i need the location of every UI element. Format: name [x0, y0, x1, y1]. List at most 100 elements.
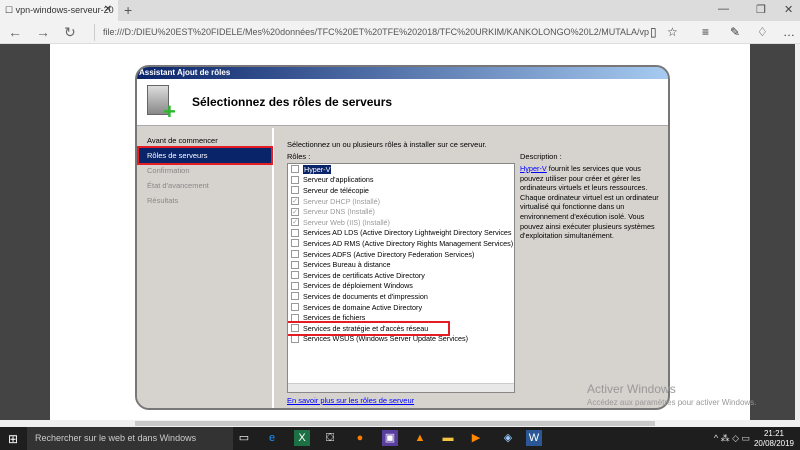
role-label: Services de fichiers: [303, 313, 366, 323]
taskbar: ⊞ Rechercher sur le web et dans Windows …: [0, 427, 800, 450]
minimize-button[interactable]: —: [718, 3, 729, 15]
more-icon[interactable]: …: [783, 25, 795, 39]
role-item[interactable]: Services de certificats Active Directory: [288, 270, 514, 281]
role-label: Serveur de télécopie: [303, 185, 369, 195]
checkbox[interactable]: [291, 324, 299, 333]
role-label: Services de certificats Active Directory: [303, 270, 425, 280]
edge-icon[interactable]: e: [264, 430, 280, 446]
checkbox[interactable]: [291, 271, 299, 280]
role-item[interactable]: Services ADFS (Active Directory Federati…: [288, 249, 514, 260]
browser-tab[interactable]: ☐ vpn-windows-serveur-20 ✕: [0, 0, 118, 21]
checkbox[interactable]: [291, 313, 299, 322]
role-item: ✓ Serveur DNS (Installé): [288, 206, 514, 217]
wizard-steps: Avant de commencer Rôles de serveurs Con…: [137, 128, 274, 408]
file-explorer-icon[interactable]: ▬: [440, 430, 456, 446]
checkbox[interactable]: [291, 175, 299, 184]
wizard-header: + Sélectionnez des rôles de serveurs: [137, 79, 668, 126]
page-margin-right: [750, 44, 795, 420]
web-note-icon[interactable]: ✎: [730, 25, 740, 39]
checkbox[interactable]: [291, 260, 299, 269]
role-label: Services de documents et d'impression: [303, 291, 428, 301]
app-icon[interactable]: ▣: [382, 430, 398, 446]
role-item[interactable]: Serveur d'applications: [288, 175, 514, 186]
role-label: Services Bureau à distance: [303, 260, 391, 270]
plus-icon: +: [163, 99, 176, 124]
learn-more-link[interactable]: En savoir plus sur les rôles de serveur: [287, 396, 414, 405]
store-icon[interactable]: ⛋: [322, 430, 338, 446]
clock[interactable]: 21:21 20/08/2019: [754, 429, 794, 449]
role-item[interactable]: Services WSUS (Windows Server Update Ser…: [288, 334, 514, 345]
dialog-title: Assistant Ajout de rôles: [137, 67, 668, 79]
role-item-network-policy[interactable]: Services de stratégie et d'accès réseau: [288, 320, 450, 336]
checkbox[interactable]: [291, 239, 299, 248]
role-label: Services de domaine Active Directory: [303, 302, 423, 312]
tab-title: vpn-windows-serveur-20: [15, 5, 114, 15]
firefox-icon[interactable]: ●: [352, 430, 368, 446]
step-server-roles[interactable]: Rôles de serveurs: [137, 146, 273, 165]
role-item[interactable]: Services Bureau à distance: [288, 259, 514, 270]
hub-icon[interactable]: ≡: [702, 25, 709, 39]
page-title: Sélectionnez des rôles de serveurs: [192, 95, 393, 109]
horizontal-scrollbar[interactable]: [0, 420, 800, 427]
wizard-main: Sélectionnez un ou plusieurs rôles à ins…: [277, 128, 668, 408]
checkbox-checked: ✓: [291, 218, 299, 227]
tab-bar: ☐ vpn-windows-serveur-20 ✕ + — ❐ ✕: [0, 0, 800, 21]
checkbox[interactable]: [291, 303, 299, 312]
role-item[interactable]: Services de domaine Active Directory: [288, 302, 514, 313]
reading-view-icon[interactable]: ▯: [650, 25, 657, 39]
role-item[interactable]: Services AD RMS (Active Directory Rights…: [288, 238, 514, 249]
checkbox[interactable]: [291, 334, 299, 343]
vlc-icon[interactable]: ▲: [412, 430, 428, 446]
excel-icon[interactable]: X: [294, 430, 310, 446]
checkbox[interactable]: [291, 292, 299, 301]
role-label: Serveur DNS (Installé): [303, 207, 375, 217]
checkbox[interactable]: [291, 186, 299, 195]
role-label: Services WSUS (Windows Server Update Ser…: [303, 334, 468, 344]
refresh-icon[interactable]: ↻: [64, 24, 76, 41]
media-player-icon[interactable]: ▶: [468, 430, 484, 446]
share-icon[interactable]: ♢: [757, 25, 768, 39]
step-results: Résultats: [147, 196, 179, 205]
restore-button[interactable]: ❐: [756, 3, 766, 16]
role-item[interactable]: Services de fichiers: [288, 312, 514, 323]
system-tray[interactable]: ^ ⁂ ◇ ▭: [714, 433, 750, 444]
task-view-icon[interactable]: ▭: [236, 430, 252, 446]
checkbox-checked: ✓: [291, 207, 299, 216]
role-item[interactable]: Services de déploiement Windows: [288, 281, 514, 292]
roles-label: Rôles :: [287, 152, 311, 161]
checkbox[interactable]: [291, 165, 299, 174]
scroll-thumb[interactable]: [135, 421, 655, 426]
step-confirmation: Confirmation: [147, 166, 190, 175]
close-tab-icon[interactable]: ✕: [104, 4, 112, 15]
role-item[interactable]: Services AD LDS (Active Directory Lightw…: [288, 228, 514, 239]
virtualbox-icon[interactable]: ◈: [500, 430, 516, 446]
role-label: Serveur d'applications: [303, 175, 374, 185]
step-before-start[interactable]: Avant de commencer: [147, 136, 218, 145]
address-bar[interactable]: file:///D:/DIEU%20EST%20FIDELE/Mes%20don…: [94, 24, 649, 41]
role-label: Serveur Web (IIS) (Installé): [303, 217, 390, 227]
role-label: Services AD RMS (Active Directory Rights…: [303, 238, 514, 248]
role-item: ✓ Serveur DHCP (Installé): [288, 196, 514, 207]
role-label: Services de déploiement Windows: [303, 281, 413, 291]
role-label: Services AD LDS (Active Directory Lightw…: [303, 228, 512, 238]
checkbox[interactable]: [291, 228, 299, 237]
role-label: Hyper-V: [303, 164, 332, 174]
hyper-v-link[interactable]: Hyper-V: [520, 164, 547, 173]
new-tab-button[interactable]: +: [124, 2, 132, 18]
forward-icon[interactable]: →: [36, 24, 50, 40]
close-window-button[interactable]: ✕: [784, 3, 793, 16]
vertical-scrollbar[interactable]: [795, 44, 800, 420]
role-label: Serveur DHCP (Installé): [303, 196, 380, 206]
windows-start-icon[interactable]: ⊞: [8, 432, 18, 446]
role-item[interactable]: Services de documents et d'impression: [288, 291, 514, 302]
checkbox[interactable]: [291, 281, 299, 290]
favorite-star-icon[interactable]: ☆: [667, 25, 678, 39]
list-horizontal-scrollbar[interactable]: [288, 383, 514, 392]
word-icon[interactable]: W: [526, 430, 542, 446]
back-icon[interactable]: ←: [8, 24, 22, 40]
checkbox[interactable]: [291, 250, 299, 259]
role-item[interactable]: Serveur de télécopie: [288, 185, 514, 196]
role-item[interactable]: Hyper-V: [288, 164, 514, 175]
taskbar-search[interactable]: Rechercher sur le web et dans Windows: [27, 427, 233, 450]
intro-text: Sélectionnez un ou plusieurs rôles à ins…: [287, 140, 487, 149]
